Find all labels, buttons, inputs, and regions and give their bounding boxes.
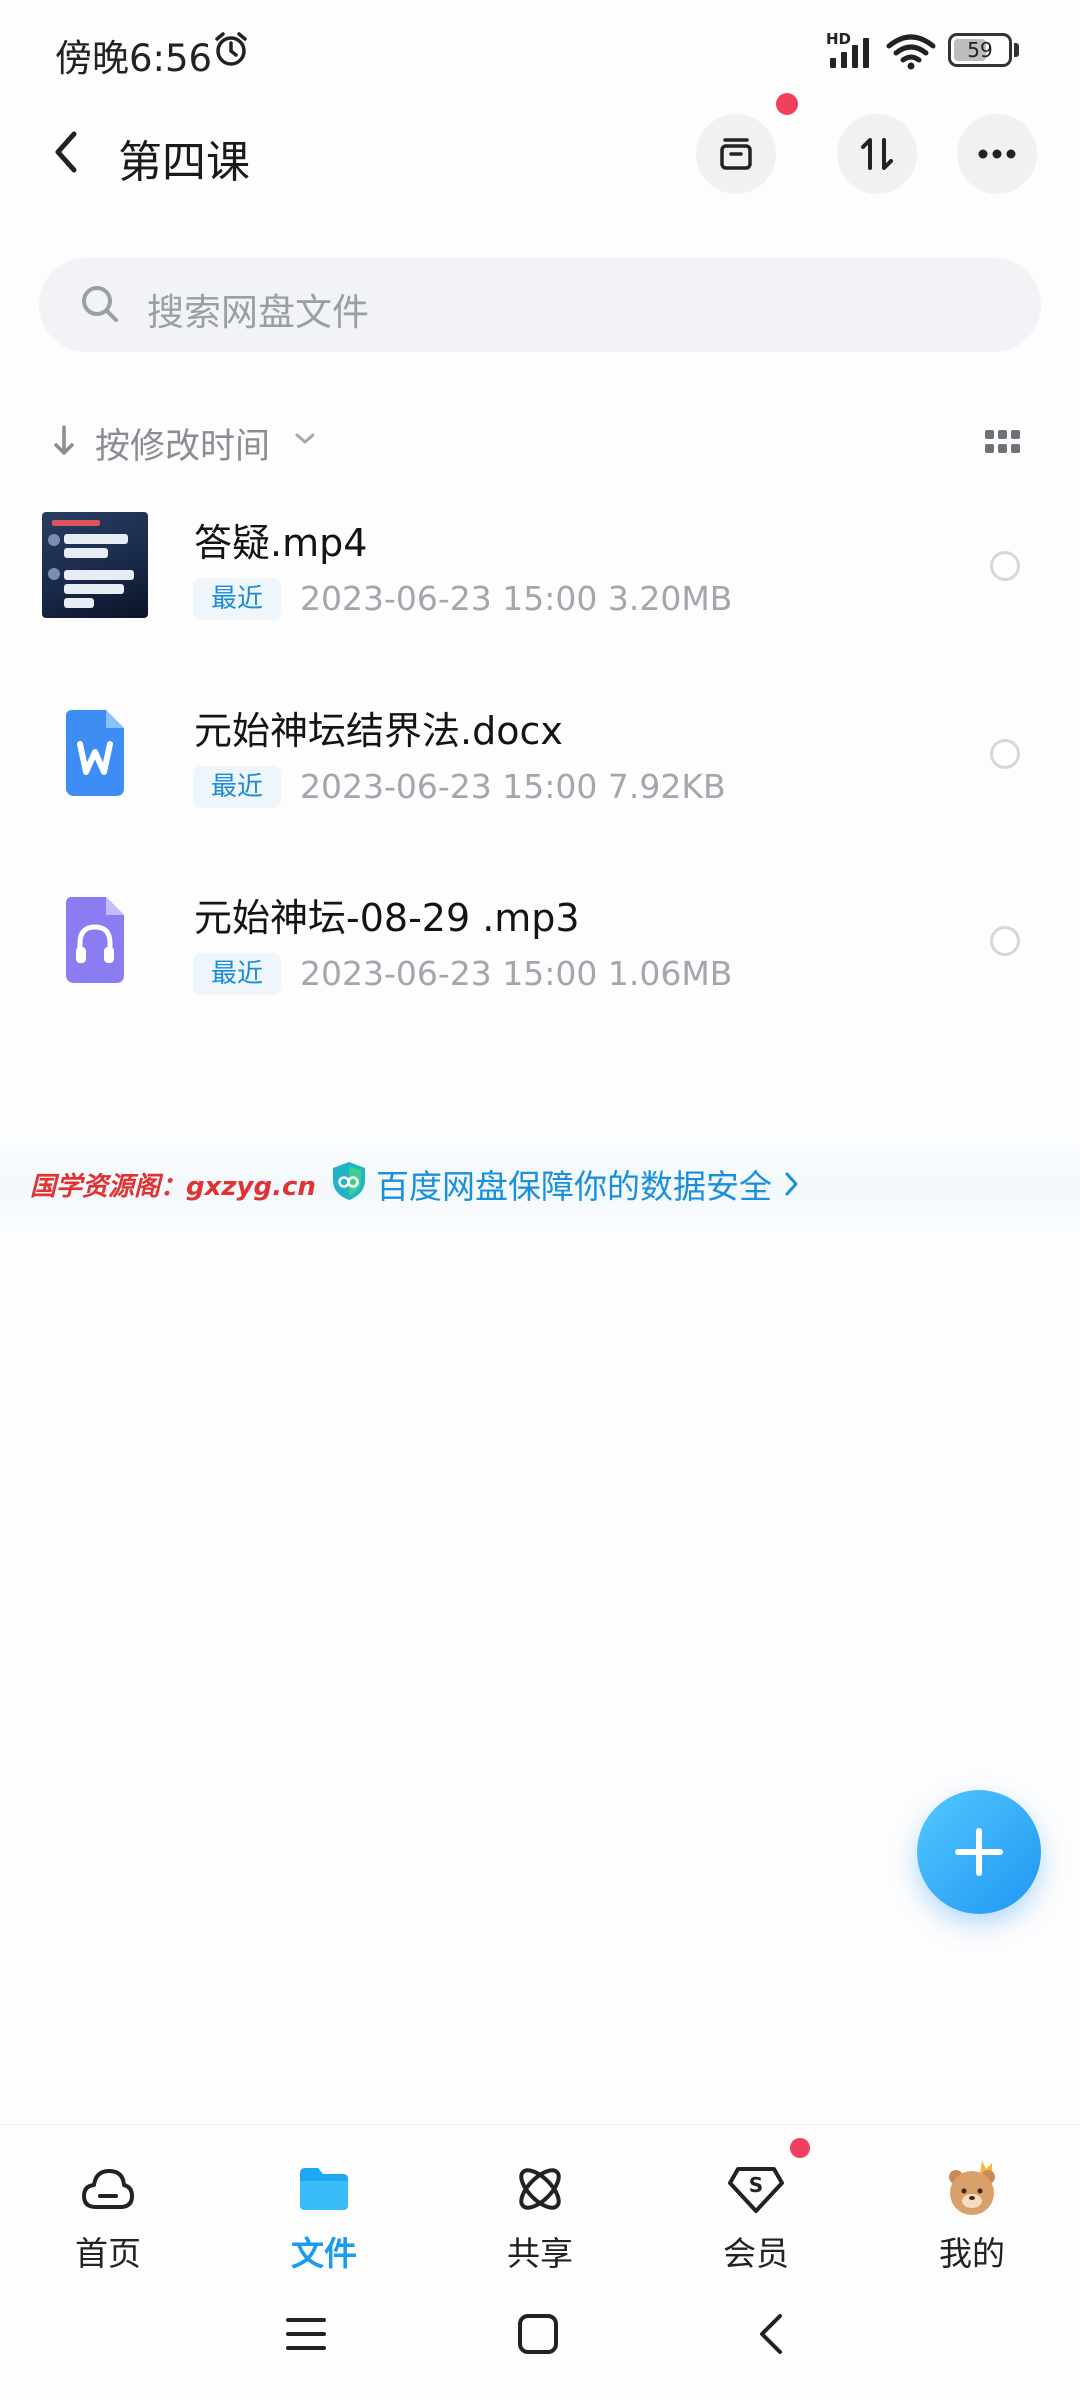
- security-text: 百度网盘保障你的数据安全: [376, 1167, 772, 1206]
- file-row[interactable]: 答疑.mp4 最近 2023-06-23 15:00 3.20MB: [0, 512, 1080, 692]
- file-name: 元始神坛-08-29 .mp3: [194, 896, 580, 940]
- search-icon: [82, 286, 118, 322]
- battery-level: 59: [967, 38, 993, 62]
- security-banner[interactable]: 国学资源阁：gxzyg.cn 百度网盘保障你的数据安全: [0, 1120, 1080, 1254]
- chevron-down-icon[interactable]: [292, 430, 318, 448]
- plus-icon: [955, 1828, 1003, 1876]
- bear-avatar-icon: [949, 2161, 995, 2215]
- sort-direction-button[interactable]: [837, 114, 917, 194]
- vip-diamond-icon: S: [728, 2167, 784, 2213]
- battery-icon: 59: [948, 33, 1012, 67]
- search-placeholder: 搜索网盘文件: [147, 291, 369, 334]
- nav-item-profile[interactable]: 我的: [864, 2125, 1080, 2285]
- notification-dot: [776, 93, 798, 115]
- shield-icon: [333, 1162, 365, 1200]
- page-title: 第四课: [118, 137, 250, 188]
- wifi-icon: [886, 34, 936, 70]
- sort-updown-icon: [861, 138, 893, 170]
- audio-file-icon: [66, 897, 124, 983]
- svg-text:S: S: [749, 2173, 763, 2197]
- sort-mode-selector[interactable]: 按修改时间: [95, 418, 270, 469]
- recent-badge: 最近: [193, 766, 282, 808]
- cloud-home-icon: [82, 2169, 134, 2209]
- bottom-nav: 首页 文件 共享 S 会员 我的: [0, 2124, 1080, 2284]
- archive-icon: [720, 138, 752, 170]
- signal-icon: [830, 38, 869, 68]
- file-meta: 2023-06-23 15:00 1.06MB: [300, 954, 733, 993]
- video-thumbnail: [42, 512, 148, 618]
- word-doc-icon: [66, 710, 124, 796]
- battery-tip: [1014, 43, 1019, 57]
- more-options-button[interactable]: [957, 114, 1037, 194]
- nav-label: 共享: [507, 2234, 573, 2273]
- nav-label: 首页: [75, 2234, 141, 2273]
- file-meta: 2023-06-23 15:00 7.92KB: [300, 767, 726, 806]
- watermark-text: 国学资源阁：gxzyg.cn: [30, 1172, 316, 1202]
- nav-label: 会员: [723, 2234, 789, 2273]
- nav-label: 文件: [291, 2234, 357, 2273]
- system-menu-button[interactable]: [284, 2314, 328, 2354]
- select-checkbox[interactable]: [990, 926, 1020, 956]
- alarm-icon: [215, 32, 247, 66]
- notification-dot: [790, 2138, 810, 2158]
- back-button[interactable]: [38, 120, 94, 184]
- file-row[interactable]: 元始神坛结界法.docx 最近 2023-06-23 15:00 7.92KB: [0, 700, 1080, 880]
- archive-button[interactable]: [696, 114, 776, 194]
- select-checkbox[interactable]: [990, 739, 1020, 769]
- chevron-right-icon: [785, 1172, 798, 1196]
- share-atom-icon: [519, 2168, 561, 2210]
- arrow-down-icon: [54, 425, 74, 455]
- file-name: 答疑.mp4: [194, 521, 368, 565]
- nav-item-files[interactable]: 文件: [216, 2125, 432, 2285]
- status-time: 傍晚6:56: [55, 37, 213, 80]
- folder-icon: [300, 2168, 348, 2210]
- file-row[interactable]: 元始神坛-08-29 .mp3 最近 2023-06-23 15:00 1.06…: [0, 887, 1080, 1067]
- nav-item-home[interactable]: 首页: [0, 2125, 216, 2285]
- select-checkbox[interactable]: [990, 551, 1020, 581]
- add-button[interactable]: [917, 1790, 1041, 1914]
- recent-badge: 最近: [193, 953, 282, 995]
- file-meta: 2023-06-23 15:00 3.20MB: [300, 579, 733, 618]
- grid-view-icon[interactable]: [985, 430, 1021, 456]
- more-dots-icon: [978, 149, 1016, 159]
- nav-item-vip[interactable]: S 会员: [648, 2125, 864, 2285]
- search-input[interactable]: 搜索网盘文件: [39, 258, 1041, 352]
- nav-label: 我的: [939, 2234, 1005, 2273]
- recent-badge: 最近: [193, 578, 282, 620]
- system-back-button[interactable]: [752, 2312, 792, 2356]
- system-home-button[interactable]: [516, 2312, 560, 2356]
- nav-item-share[interactable]: 共享: [432, 2125, 648, 2285]
- file-name: 元始神坛结界法.docx: [194, 709, 563, 753]
